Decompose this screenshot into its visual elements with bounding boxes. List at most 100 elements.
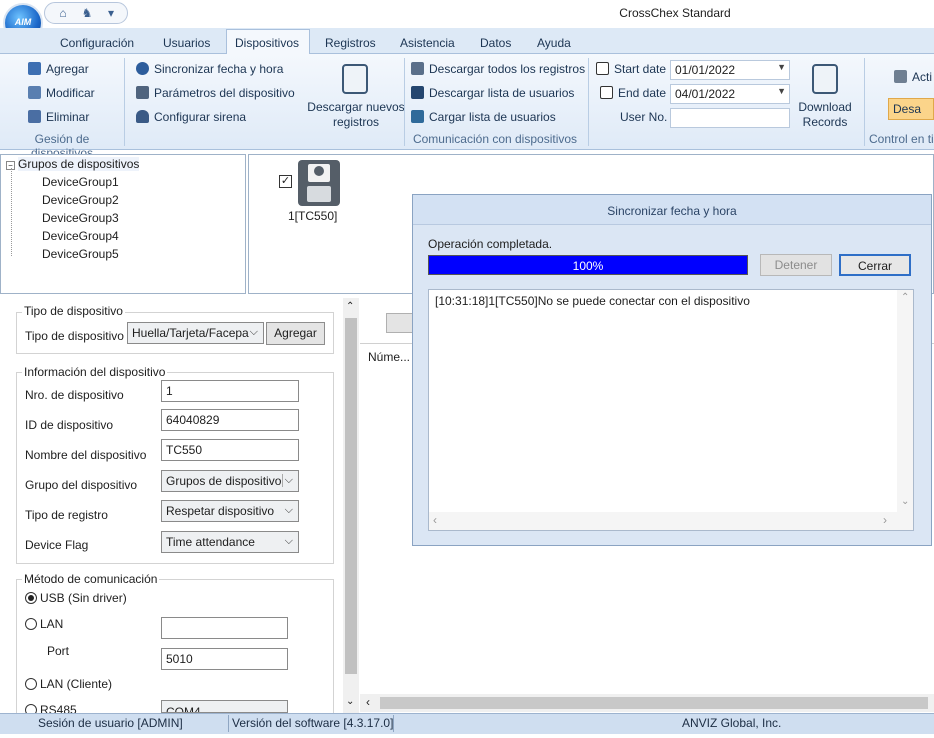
modificar-label: Modificar xyxy=(46,86,95,100)
status-company: ANVIZ Global, Inc. xyxy=(682,716,782,730)
lan-radio[interactable] xyxy=(25,618,37,630)
grupo-select-value: Grupos de dispositivo xyxy=(166,474,282,488)
progress-bar: 100% xyxy=(428,255,748,275)
device-checkbox[interactable]: ✓ xyxy=(279,175,292,188)
tab-ayuda[interactable]: Ayuda xyxy=(529,32,579,54)
ribbon-separator xyxy=(124,58,125,146)
flag-select[interactable]: Time attendance ⌵ xyxy=(161,531,299,553)
tree-item-group[interactable]: DeviceGroup5 xyxy=(42,247,119,265)
descargar-nuevos-button[interactable]: Descargar nuevos registros xyxy=(306,100,406,130)
user-icon xyxy=(314,166,324,176)
id-input[interactable]: 64040829 xyxy=(161,409,299,431)
scroll-up-icon[interactable]: ⌃ xyxy=(346,301,354,312)
nombre-label: Nombre del dispositivo xyxy=(25,448,147,462)
parametros-button[interactable]: Parámetros del dispositivo xyxy=(136,86,295,104)
users-icon[interactable]: ♞ xyxy=(77,6,97,22)
cargar-lista-button[interactable]: Cargar lista de usuarios xyxy=(411,110,556,128)
nombre-input[interactable]: TC550 xyxy=(161,439,299,461)
log-hscrollbar[interactable]: ‹ › xyxy=(429,512,913,530)
nro-input[interactable]: 1 xyxy=(161,380,299,402)
desactivar-button[interactable]: Desa xyxy=(888,98,934,120)
tab-dispositivos[interactable]: Dispositivos xyxy=(226,29,310,54)
tree-item-group[interactable]: DeviceGroup4 xyxy=(42,229,119,247)
scrollbar-thumb[interactable] xyxy=(345,318,357,674)
descargar-todos-label: Descargar todos los registros xyxy=(429,62,586,76)
download-records-button[interactable]: Download Records xyxy=(792,100,858,130)
start-date-value: 01/01/2022 xyxy=(675,63,736,77)
tipo-groupbox-title: Tipo de dispositivo xyxy=(22,304,125,318)
grupo-select[interactable]: Grupos de dispositivo ⌵ xyxy=(161,470,299,492)
col-header-numero[interactable]: Núme... xyxy=(368,350,410,364)
tree-root[interactable]: − Grupos de dispositivos xyxy=(6,157,140,175)
tab-configuracion[interactable]: Configuración xyxy=(52,32,142,54)
keypad-icon xyxy=(307,186,331,202)
activar-button[interactable]: Acti xyxy=(894,70,932,88)
start-date-picker[interactable]: 01/01/2022 ▼ xyxy=(670,60,790,80)
device-terminal-icon[interactable] xyxy=(298,160,340,206)
dialog-title: Sincronizar fecha y hora xyxy=(413,195,931,225)
scroll-left-icon[interactable]: ‹ xyxy=(433,513,437,527)
scroll-down-icon[interactable]: ⌄ xyxy=(901,496,909,507)
dialog-log[interactable]: [10:31:18]1[TC550]No se puede conectar c… xyxy=(428,289,914,531)
settings-icon xyxy=(136,86,149,99)
progress-text: 100% xyxy=(572,259,604,273)
eliminar-device-button[interactable]: Eliminar xyxy=(28,110,89,128)
tipo-select[interactable]: Huella/Tarjeta/Facepa ⌵ xyxy=(127,322,264,344)
detener-button[interactable]: Detener xyxy=(760,254,832,276)
end-date-label: End date xyxy=(600,86,666,104)
tab-asistencia[interactable]: Asistencia xyxy=(392,32,463,54)
log-line: [10:31:18]1[TC550]No se puede conectar c… xyxy=(435,294,750,308)
chevron-down-icon: ⌵ xyxy=(284,535,293,547)
tab-usuarios[interactable]: Usuarios xyxy=(155,32,218,54)
descargar-lista-button[interactable]: Descargar lista de usuarios xyxy=(411,86,574,104)
modificar-device-button[interactable]: Modificar xyxy=(28,86,95,104)
table-hscrollbar[interactable]: ‹ xyxy=(360,694,934,712)
tree-item-group[interactable]: DeviceGroup3 xyxy=(42,211,119,229)
scroll-down-icon[interactable]: ⌄ xyxy=(346,696,354,707)
app-title: CrossChex Standard xyxy=(619,6,731,20)
lan-cliente-radio[interactable] xyxy=(25,678,37,690)
lan-cliente-label: LAN (Cliente) xyxy=(40,677,113,691)
sincronizar-button[interactable]: Sincronizar fecha y hora xyxy=(136,62,283,80)
tree-line xyxy=(11,168,12,256)
flag-select-value: Time attendance xyxy=(166,535,255,549)
group-label-comunicacion: Comunicación con dispositivos xyxy=(412,132,578,146)
sirena-button[interactable]: Configurar sirena xyxy=(136,110,246,128)
com-select[interactable]: COM4 xyxy=(161,700,288,713)
sync-dialog: Sincronizar fecha y hora Operación compl… xyxy=(412,194,932,546)
descargar-todos-button[interactable]: Descargar todos los registros xyxy=(411,62,585,80)
download-all-icon xyxy=(411,62,424,75)
tipo-label: Tipo de dispositivo xyxy=(25,329,124,343)
scroll-up-icon[interactable]: ⌃ xyxy=(901,292,909,303)
usb-radio[interactable] xyxy=(25,592,37,604)
agregar-tipo-button[interactable]: Agregar xyxy=(266,322,325,345)
cerrar-button[interactable]: Cerrar xyxy=(839,254,911,276)
registro-select[interactable]: Respetar dispositivo ⌵ xyxy=(161,500,299,522)
scroll-right-icon[interactable]: › xyxy=(883,513,887,527)
hscroll-thumb[interactable] xyxy=(380,697,928,709)
tree-item-group[interactable]: DeviceGroup2 xyxy=(42,193,119,211)
dialog-status: Operación completada. xyxy=(428,237,553,251)
tree-item-group[interactable]: DeviceGroup1 xyxy=(42,175,119,193)
lan-ip-input[interactable] xyxy=(161,617,288,639)
lan-label: LAN xyxy=(40,617,64,631)
upload-users-icon xyxy=(411,110,424,123)
form-scrollbar[interactable]: ⌃ ⌄ xyxy=(343,298,359,713)
home-icon[interactable]: ⌂ xyxy=(53,6,73,22)
user-no-label: User No. xyxy=(620,110,668,124)
tipo-select-value: Huella/Tarjeta/Facepa xyxy=(132,326,249,340)
tab-datos[interactable]: Datos xyxy=(472,32,519,54)
port-input[interactable]: 5010 xyxy=(161,648,288,670)
registro-label: Tipo de registro xyxy=(25,508,108,522)
tab-registros[interactable]: Registros xyxy=(317,32,384,54)
user-no-input[interactable] xyxy=(670,108,790,128)
end-date-picker[interactable]: 04/01/2022 ▼ xyxy=(670,84,790,104)
log-vscrollbar[interactable]: ⌃ ⌄ xyxy=(897,290,913,512)
scroll-left-icon[interactable]: ‹ xyxy=(366,695,370,709)
nro-label: Nro. de dispositivo xyxy=(25,388,124,402)
app-logo-text: AIM xyxy=(14,17,32,27)
clock-icon xyxy=(136,62,149,75)
dropdown-icon[interactable]: ▾ xyxy=(101,6,121,22)
group-label-control: Control en ti xyxy=(869,132,934,146)
agregar-device-button[interactable]: Agregar xyxy=(28,62,89,80)
